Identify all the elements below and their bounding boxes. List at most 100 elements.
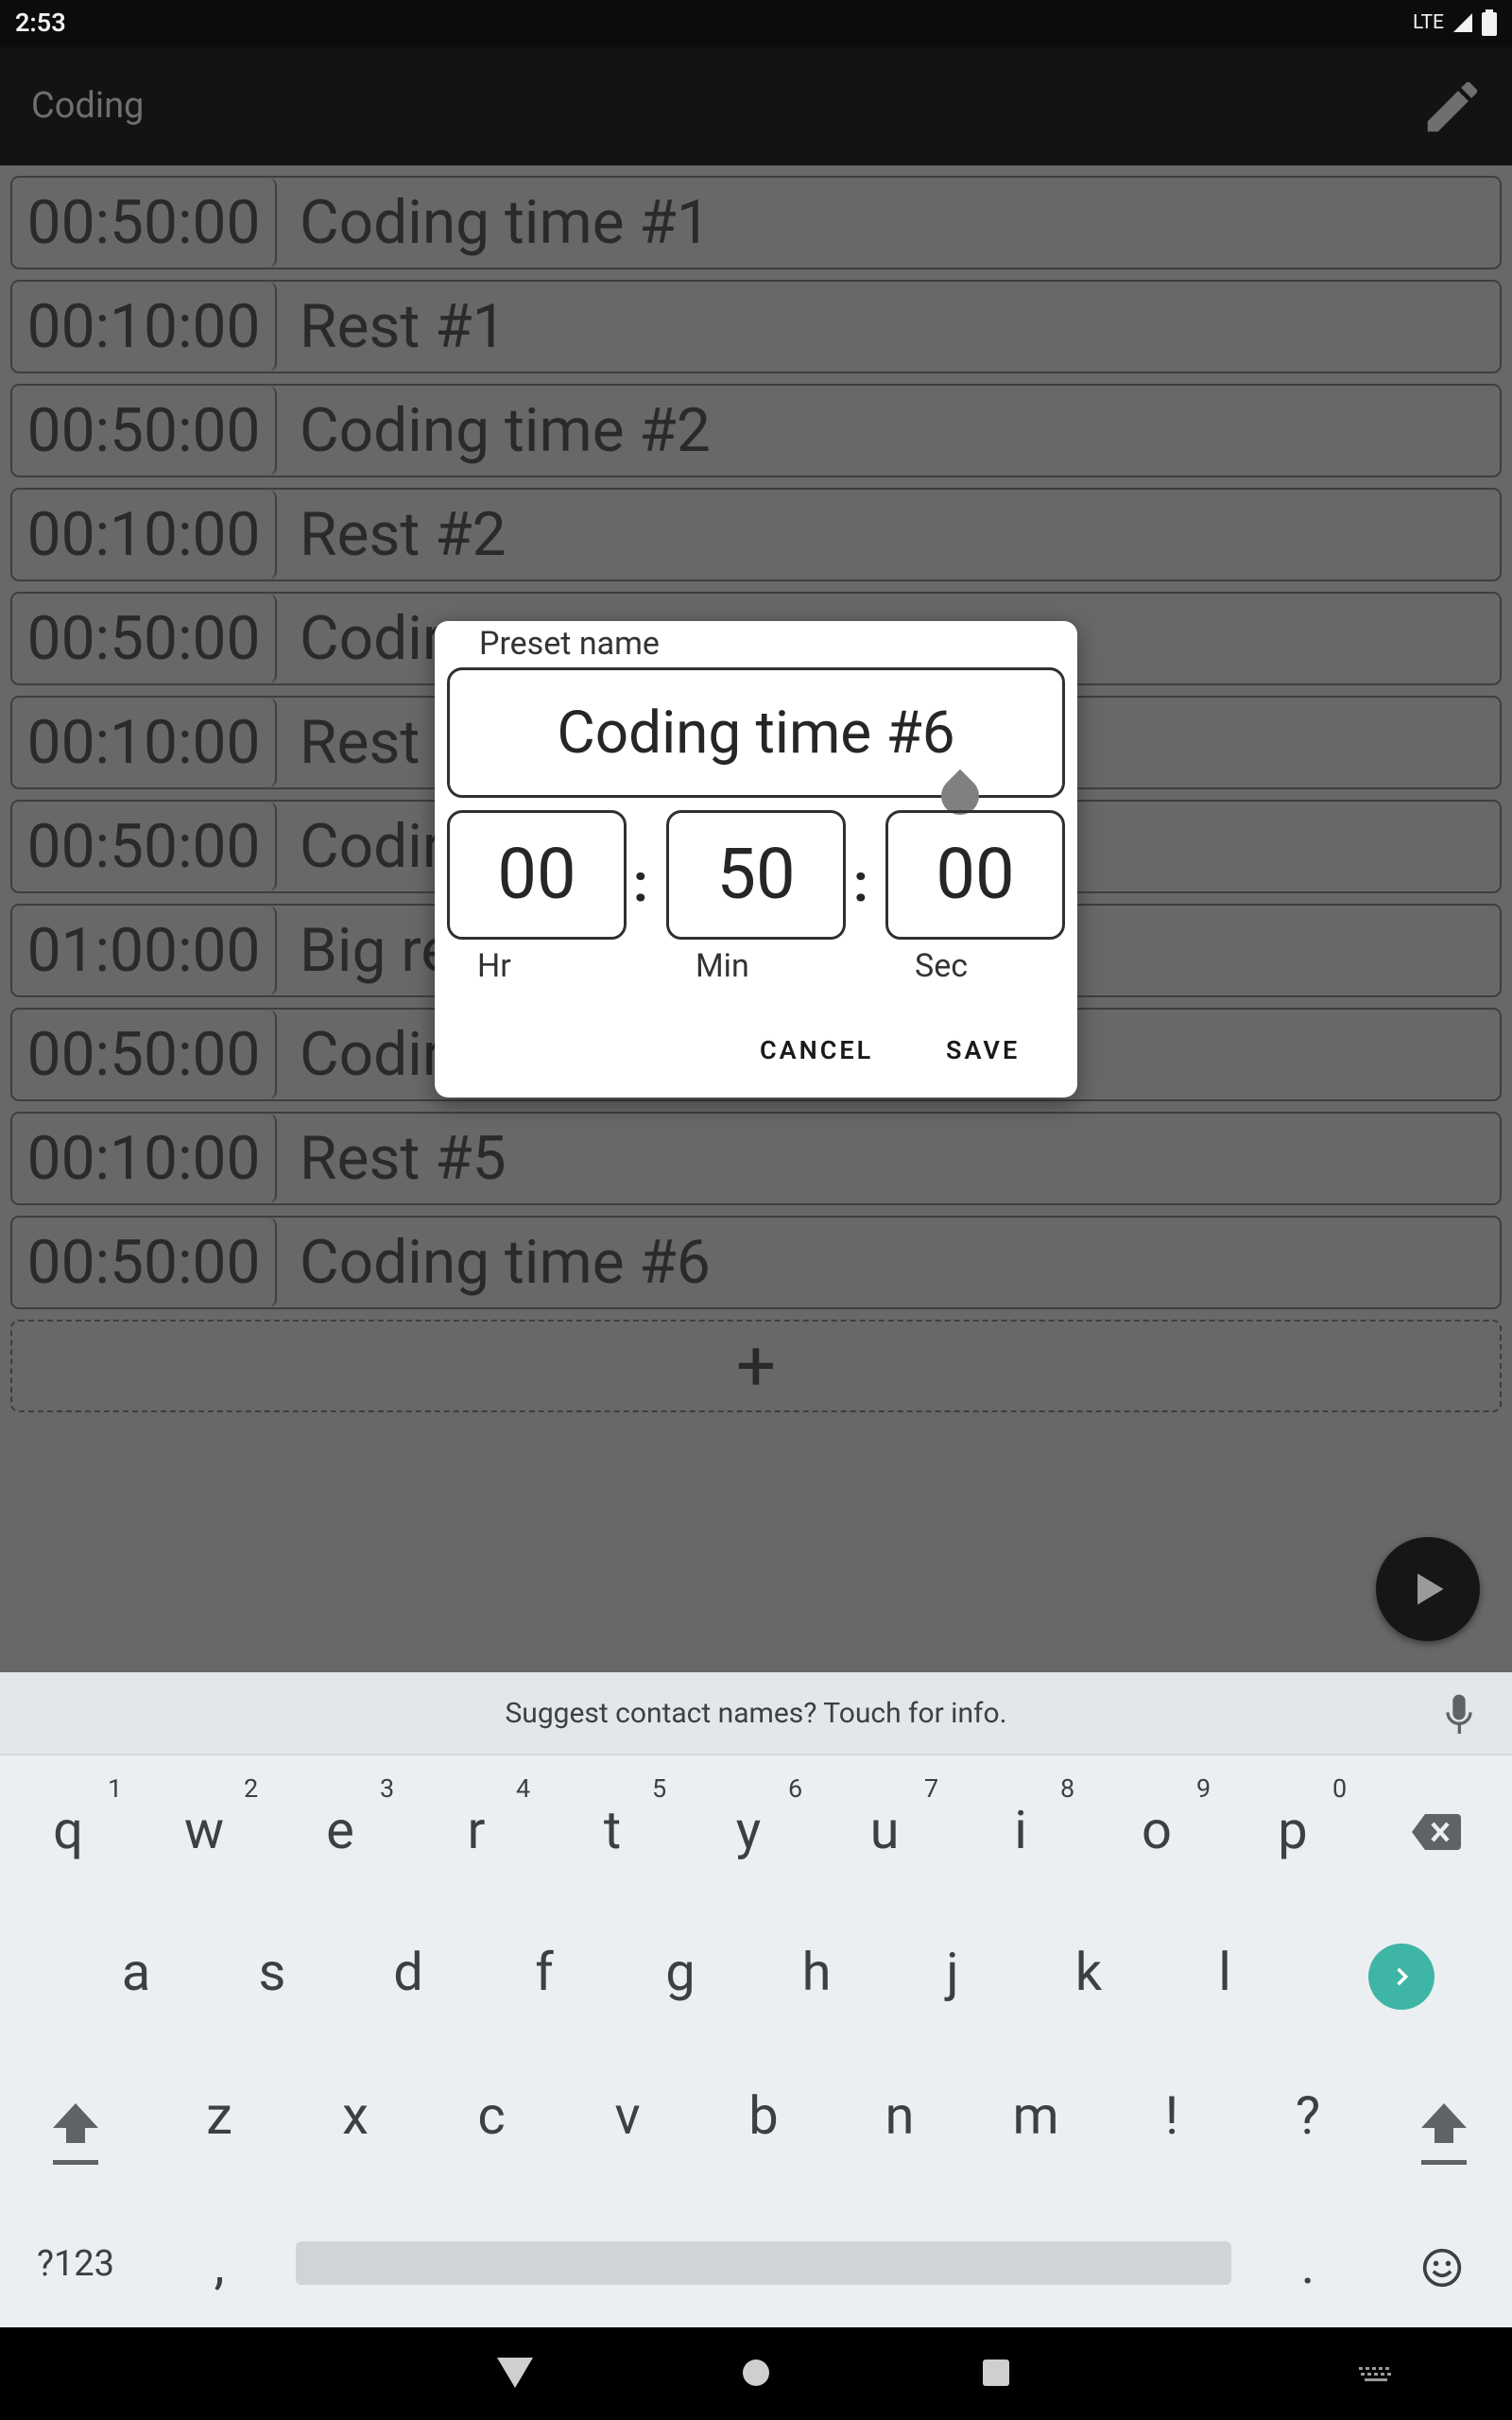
preset-duration[interactable]: 00:50:00 xyxy=(12,386,277,475)
key-y[interactable]: y xyxy=(680,1799,816,1861)
key-i[interactable]: i xyxy=(953,1799,1089,1861)
shift-icon[interactable] xyxy=(1418,2100,1470,2166)
symbols-key[interactable]: ?123 xyxy=(8,2243,144,2285)
save-button[interactable]: SAVE xyxy=(946,1035,1020,1065)
space-bar[interactable] xyxy=(296,2241,1231,2285)
preset-duration[interactable]: 00:10:00 xyxy=(12,282,277,372)
preset-row[interactable]: 00:50:00 Coding time #6 xyxy=(10,1216,1502,1309)
preset-name[interactable]: Codir xyxy=(277,811,443,882)
preset-row[interactable]: 00:10:00 Rest #1 xyxy=(10,280,1502,373)
navigation-bar xyxy=(0,2327,1512,2420)
preset-duration[interactable]: 00:50:00 xyxy=(12,594,277,683)
period-key[interactable]: . xyxy=(1240,2234,1376,2296)
key-u[interactable]: u xyxy=(816,1799,953,1861)
key-q[interactable]: q xyxy=(0,1799,136,1861)
preset-row[interactable]: 00:50:00 Coding time #1 xyxy=(10,176,1502,269)
suggestion-strip: Suggest contact names? Touch for info. xyxy=(0,1672,1512,1755)
key-hint: 7 xyxy=(924,1773,939,1804)
key-a[interactable]: a xyxy=(68,1941,204,2003)
key-hint: 5 xyxy=(652,1773,667,1804)
preset-name[interactable]: Big re xyxy=(277,915,453,986)
key-w[interactable]: w xyxy=(136,1799,272,1861)
key-p[interactable]: p xyxy=(1225,1799,1361,1861)
preset-duration[interactable]: 00:50:00 xyxy=(12,1010,277,1099)
key-hint: 1 xyxy=(108,1773,123,1804)
soft-keyboard: Suggest contact names? Touch for info. q… xyxy=(0,1672,1512,2327)
key-b[interactable]: b xyxy=(696,2084,832,2147)
seconds-input[interactable]: 00 xyxy=(885,810,1065,940)
key-o[interactable]: o xyxy=(1089,1799,1225,1861)
key-n[interactable]: n xyxy=(832,2084,968,2147)
preset-duration[interactable]: 00:10:00 xyxy=(12,490,277,579)
key-hint: 4 xyxy=(516,1773,531,1804)
preset-name[interactable]: Coding time #2 xyxy=(277,395,711,466)
preset-duration[interactable]: 00:50:00 xyxy=(12,802,277,891)
preset-duration[interactable]: 00:10:00 xyxy=(12,1114,277,1203)
hours-input[interactable]: 00 xyxy=(447,810,627,940)
preset-name[interactable]: Coding time #6 xyxy=(277,1227,711,1298)
key-hint: 3 xyxy=(380,1773,395,1804)
status-icons: LTE xyxy=(1413,9,1497,36)
preset-row[interactable]: 00:10:00 Rest #5 xyxy=(10,1112,1502,1205)
preset-duration[interactable]: 01:00:00 xyxy=(12,906,277,995)
recents-icon[interactable] xyxy=(981,2358,1011,2388)
preset-duration[interactable]: 00:10:00 xyxy=(12,698,277,787)
shift-icon[interactable] xyxy=(49,2100,102,2166)
preset-name[interactable]: Rest #2 xyxy=(277,499,507,570)
home-icon[interactable] xyxy=(741,2358,771,2388)
key-j[interactable]: j xyxy=(885,1941,1021,2003)
preset-name[interactable]: Rest xyxy=(277,707,420,778)
page-title: Coding xyxy=(31,85,145,127)
keyboard-switch-icon[interactable] xyxy=(1357,2363,1395,2386)
play-button[interactable] xyxy=(1376,1537,1480,1641)
key-s[interactable]: s xyxy=(204,1941,340,2003)
preset-name[interactable]: Codir xyxy=(277,603,443,674)
key-r[interactable]: r xyxy=(408,1799,544,1861)
emoji-icon[interactable] xyxy=(1421,2247,1463,2289)
key-hint: 6 xyxy=(788,1773,803,1804)
key-g[interactable]: g xyxy=(612,1941,748,2003)
key-t[interactable]: t xyxy=(544,1799,680,1861)
chevron-right-icon xyxy=(1397,1967,1409,1986)
key-d[interactable]: d xyxy=(340,1941,476,2003)
preset-row[interactable]: 00:10:00 Rest #2 xyxy=(10,488,1502,581)
preset-name-label: Preset name xyxy=(475,625,663,663)
back-icon[interactable] xyxy=(495,2356,535,2390)
key-hint: 9 xyxy=(1196,1773,1211,1804)
key-v[interactable]: v xyxy=(559,2084,696,2147)
preset-duration[interactable]: 00:50:00 xyxy=(12,178,277,268)
preset-name[interactable]: Rest #5 xyxy=(277,1123,507,1194)
preset-name[interactable]: Codir xyxy=(277,1019,443,1090)
preset-name[interactable]: Rest #1 xyxy=(277,291,507,362)
seconds-label: Sec xyxy=(915,947,969,985)
key-c[interactable]: c xyxy=(423,2084,559,2147)
key-e[interactable]: e xyxy=(272,1799,408,1861)
comma-key[interactable]: , xyxy=(151,2234,287,2296)
key-k[interactable]: k xyxy=(1021,1941,1157,2003)
microphone-icon[interactable] xyxy=(1444,1691,1474,1738)
preset-duration[interactable]: 00:50:00 xyxy=(12,1218,277,1307)
cancel-button[interactable]: CANCEL xyxy=(760,1035,873,1065)
add-preset-button[interactable]: + xyxy=(10,1320,1502,1412)
key-exclamation[interactable]: ! xyxy=(1104,2084,1240,2147)
minutes-input[interactable]: 50 xyxy=(666,810,846,940)
suggestion-text[interactable]: Suggest contact names? Touch for info. xyxy=(0,1697,1512,1730)
key-l[interactable]: l xyxy=(1157,1941,1293,2003)
preset-row[interactable]: 00:50:00 Coding time #2 xyxy=(10,384,1502,477)
pencil-icon xyxy=(1427,81,1478,132)
key-x[interactable]: x xyxy=(287,2084,423,2147)
backspace-icon[interactable] xyxy=(1412,1814,1461,1850)
key-question[interactable]: ? xyxy=(1240,2084,1376,2147)
network-type: LTE xyxy=(1413,11,1444,34)
key-z[interactable]: z xyxy=(151,2084,287,2147)
key-f[interactable]: f xyxy=(476,1941,612,2003)
next-button[interactable] xyxy=(1368,1944,1435,2010)
key-hint: 2 xyxy=(244,1773,259,1804)
edit-button[interactable] xyxy=(1419,74,1486,140)
preset-name[interactable]: Coding time #1 xyxy=(277,187,711,258)
preset-name-input[interactable]: Coding time #6 xyxy=(447,667,1065,798)
time-separator: : xyxy=(853,852,868,914)
key-hint: 0 xyxy=(1332,1773,1348,1804)
key-m[interactable]: m xyxy=(968,2084,1104,2147)
key-h[interactable]: h xyxy=(748,1941,885,2003)
